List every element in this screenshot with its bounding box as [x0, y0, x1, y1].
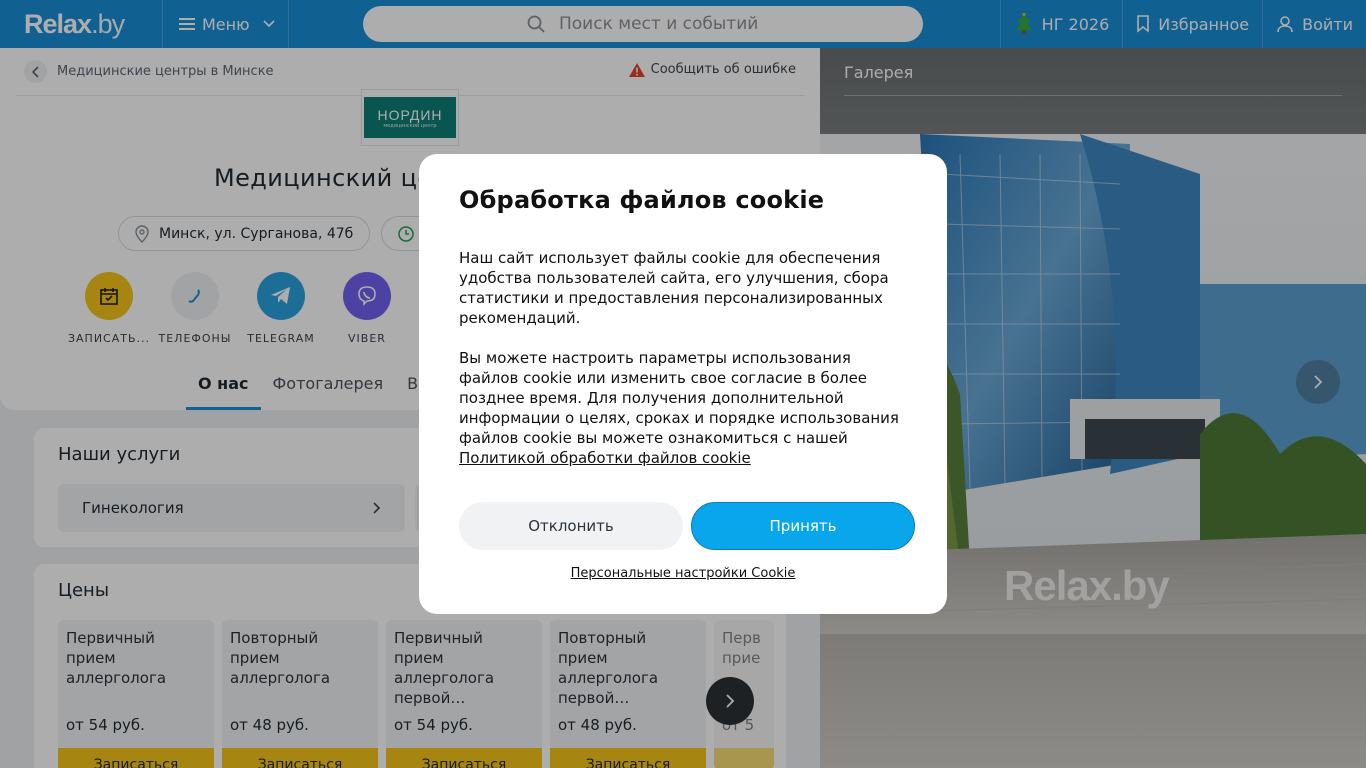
decline-button[interactable]: Отклонить	[459, 502, 683, 550]
cookie-dialog: Обработка файлов cookie Наш сайт использ…	[419, 154, 947, 614]
cookie-buttons: Отклонить Принять	[459, 502, 915, 550]
accept-button[interactable]: Принять	[691, 502, 915, 550]
cookie-text-2: Вы можете настроить параметры использова…	[459, 348, 907, 468]
cookie-settings-link[interactable]: Персональные настройки Cookie	[419, 566, 947, 581]
cookie-text-2-body: Вы можете настроить параметры использова…	[459, 349, 899, 447]
cookie-policy-link[interactable]: Политикой обработки файлов cookie	[459, 449, 751, 467]
cookie-title: Обработка файлов cookie	[459, 186, 825, 214]
cookie-text-1: Наш сайт использует файлы cookie для обе…	[459, 249, 889, 327]
